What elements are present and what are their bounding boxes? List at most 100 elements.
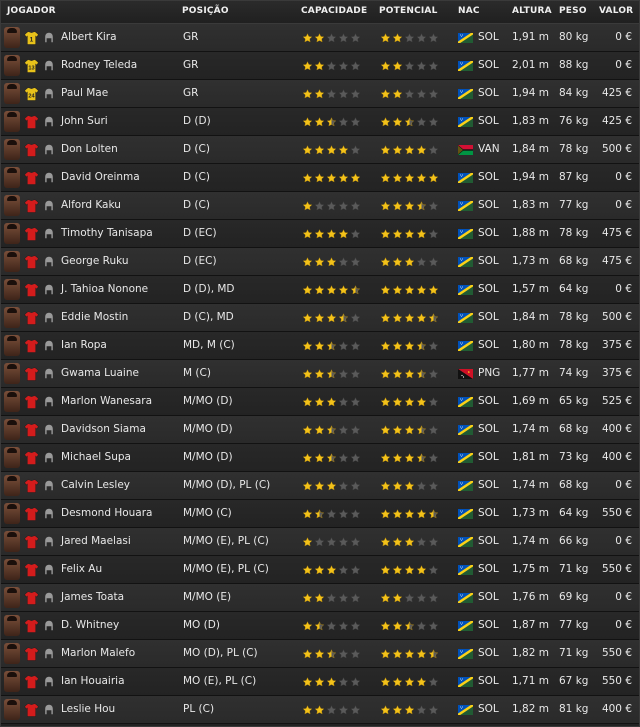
player-face-icon[interactable]: [4, 307, 20, 328]
head-profile-icon[interactable]: [44, 536, 54, 547]
column-header-ability[interactable]: CAPACIDADE: [301, 6, 367, 16]
head-profile-icon[interactable]: [44, 424, 54, 435]
head-profile-icon[interactable]: [44, 564, 54, 575]
head-profile-icon[interactable]: [44, 452, 54, 463]
column-header-player[interactable]: JOGADOR: [7, 6, 56, 16]
player-name-link[interactable]: David Oreinma: [61, 171, 140, 183]
head-profile-icon[interactable]: [44, 60, 54, 71]
table-row[interactable]: D. Whitney MO (D) SOL 1,87 m 77 kg 0 €: [1, 612, 639, 640]
table-row[interactable]: Desmond Houara M/MO (C) SOL 1,73 m 64 kg 550 …: [1, 500, 639, 528]
head-profile-icon[interactable]: [44, 256, 54, 267]
head-profile-icon[interactable]: [44, 116, 54, 127]
player-face-icon[interactable]: [4, 559, 20, 580]
table-row[interactable]: Felix Au M/MO (E), PL (C) SOL 1,75 m 71 kg 55…: [1, 556, 639, 584]
table-row[interactable]: 1 Albert Kira GR SOL 1,91 m 80 kg 0 €: [1, 24, 639, 52]
head-profile-icon[interactable]: [44, 508, 54, 519]
player-face-icon[interactable]: [4, 475, 20, 496]
table-row[interactable]: Leslie Hou PL (C) SOL 1,82 m 81 kg 400 €: [1, 696, 639, 724]
player-name-link[interactable]: Albert Kira: [61, 31, 117, 43]
player-name-link[interactable]: Felix Au: [61, 563, 102, 575]
player-name-link[interactable]: Marlon Wanesara: [61, 395, 152, 407]
table-row[interactable]: Calvin Lesley M/MO (D), PL (C) SOL 1,74 m 68…: [1, 472, 639, 500]
column-header-nation[interactable]: NAC: [458, 6, 480, 16]
player-face-icon[interactable]: [4, 279, 20, 300]
player-face-icon[interactable]: [4, 587, 20, 608]
table-row[interactable]: Jared Maelasi M/MO (E), PL (C) SOL 1,74 m 66…: [1, 528, 639, 556]
table-row[interactable]: Timothy Tanisapa D (EC) SOL 1,88 m 78 kg 475 …: [1, 220, 639, 248]
player-face-icon[interactable]: [4, 335, 20, 356]
table-row[interactable]: John Suri D (D) SOL 1,83 m 76 kg 425 €: [1, 108, 639, 136]
table-row[interactable]: Michael Supa M/MO (D) SOL 1,81 m 73 kg 400 €: [1, 444, 639, 472]
player-name-link[interactable]: Ian Houairia: [61, 675, 125, 687]
player-name-link[interactable]: Timothy Tanisapa: [61, 227, 153, 239]
column-header-value[interactable]: VALOR: [599, 6, 633, 16]
table-row[interactable]: Eddie Mostin D (C), MD SOL 1,84 m 78 kg 500 €: [1, 304, 639, 332]
head-profile-icon[interactable]: [44, 172, 54, 183]
player-name-link[interactable]: Calvin Lesley: [61, 479, 130, 491]
table-row[interactable]: 24 Paul Mae GR SOL 1,94 m 84 kg 425 €: [1, 80, 639, 108]
player-face-icon[interactable]: [4, 139, 20, 160]
head-profile-icon[interactable]: [44, 228, 54, 239]
player-name-link[interactable]: D. Whitney: [61, 619, 119, 631]
table-row[interactable]: Marlon Wanesara M/MO (D) SOL 1,69 m 65 kg 525…: [1, 388, 639, 416]
head-profile-icon[interactable]: [44, 340, 54, 351]
player-face-icon[interactable]: [4, 643, 20, 664]
column-header-weight[interactable]: PESO: [559, 6, 587, 16]
table-row[interactable]: Ian Ropa MD, M (C) SOL 1,80 m 78 kg 375 €: [1, 332, 639, 360]
player-name-link[interactable]: Paul Mae: [61, 87, 108, 99]
player-name-link[interactable]: Jared Maelasi: [61, 535, 131, 547]
player-name-link[interactable]: James Toata: [61, 591, 124, 603]
table-row[interactable]: Gwama Luaine M (C) PNG 1,77 m 74 kg 375 €: [1, 360, 639, 388]
player-name-link[interactable]: Michael Supa: [61, 451, 131, 463]
player-face-icon[interactable]: [4, 27, 20, 48]
head-profile-icon[interactable]: [44, 144, 54, 155]
player-face-icon[interactable]: [4, 363, 20, 384]
head-profile-icon[interactable]: [44, 396, 54, 407]
player-face-icon[interactable]: [4, 195, 20, 216]
player-face-icon[interactable]: [4, 167, 20, 188]
player-name-link[interactable]: Don Lolten: [61, 143, 118, 155]
table-row[interactable]: Ian Houairia MO (E), PL (C) SOL 1,71 m 67 kg…: [1, 668, 639, 696]
player-face-icon[interactable]: [4, 447, 20, 468]
head-profile-icon[interactable]: [44, 592, 54, 603]
table-row[interactable]: Davidson Siama M/MO (D) SOL 1,74 m 68 kg 400 …: [1, 416, 639, 444]
player-face-icon[interactable]: [4, 83, 20, 104]
player-name-link[interactable]: Eddie Mostin: [61, 311, 128, 323]
table-row[interactable]: Marlon Malefo MO (D), PL (C) SOL 1,82 m 71 k…: [1, 640, 639, 668]
player-name-link[interactable]: Alford Kaku: [61, 199, 121, 211]
table-row[interactable]: David Oreinma D (C) SOL 1,94 m 87 kg 0 €: [1, 164, 639, 192]
player-face-icon[interactable]: [4, 699, 20, 720]
player-face-icon[interactable]: [4, 615, 20, 636]
head-profile-icon[interactable]: [44, 200, 54, 211]
player-face-icon[interactable]: [4, 223, 20, 244]
player-face-icon[interactable]: [4, 503, 20, 524]
player-name-link[interactable]: George Ruku: [61, 255, 129, 267]
column-header-position[interactable]: POSIÇÃO: [182, 6, 229, 16]
player-face-icon[interactable]: [4, 55, 20, 76]
table-row[interactable]: Alford Kaku D (C) SOL 1,83 m 77 kg 0 €: [1, 192, 639, 220]
player-name-link[interactable]: J. Tahioa Nonone: [61, 283, 148, 295]
player-face-icon[interactable]: [4, 671, 20, 692]
player-name-link[interactable]: Gwama Luaine: [61, 367, 139, 379]
head-profile-icon[interactable]: [44, 648, 54, 659]
player-face-icon[interactable]: [4, 251, 20, 272]
table-row[interactable]: James Toata M/MO (E) SOL 1,76 m 69 kg 0 €: [1, 584, 639, 612]
head-profile-icon[interactable]: [44, 312, 54, 323]
table-row[interactable]: 13 Rodney Teleda GR SOL 2,01 m 88 kg 0 €: [1, 52, 639, 80]
player-name-link[interactable]: Davidson Siama: [61, 423, 146, 435]
player-name-link[interactable]: Leslie Hou: [61, 703, 115, 715]
player-name-link[interactable]: Rodney Teleda: [61, 59, 137, 71]
player-name-link[interactable]: Ian Ropa: [61, 339, 107, 351]
head-profile-icon[interactable]: [44, 480, 54, 491]
table-row[interactable]: J. Tahioa Nonone D (D), MD SOL 1,57 m 64 kg 0…: [1, 276, 639, 304]
table-row[interactable]: Don Lolten D (C) VAN 1,84 m 78 kg 500 €: [1, 136, 639, 164]
column-header-height[interactable]: ALTURA: [512, 6, 552, 16]
head-profile-icon[interactable]: [44, 88, 54, 99]
player-face-icon[interactable]: [4, 531, 20, 552]
column-header-potential[interactable]: POTENCIAL: [379, 6, 438, 16]
player-name-link[interactable]: Desmond Houara: [61, 507, 153, 519]
player-name-link[interactable]: Marlon Malefo: [61, 647, 135, 659]
head-profile-icon[interactable]: [44, 620, 54, 631]
player-name-link[interactable]: John Suri: [61, 115, 108, 127]
player-face-icon[interactable]: [4, 419, 20, 440]
